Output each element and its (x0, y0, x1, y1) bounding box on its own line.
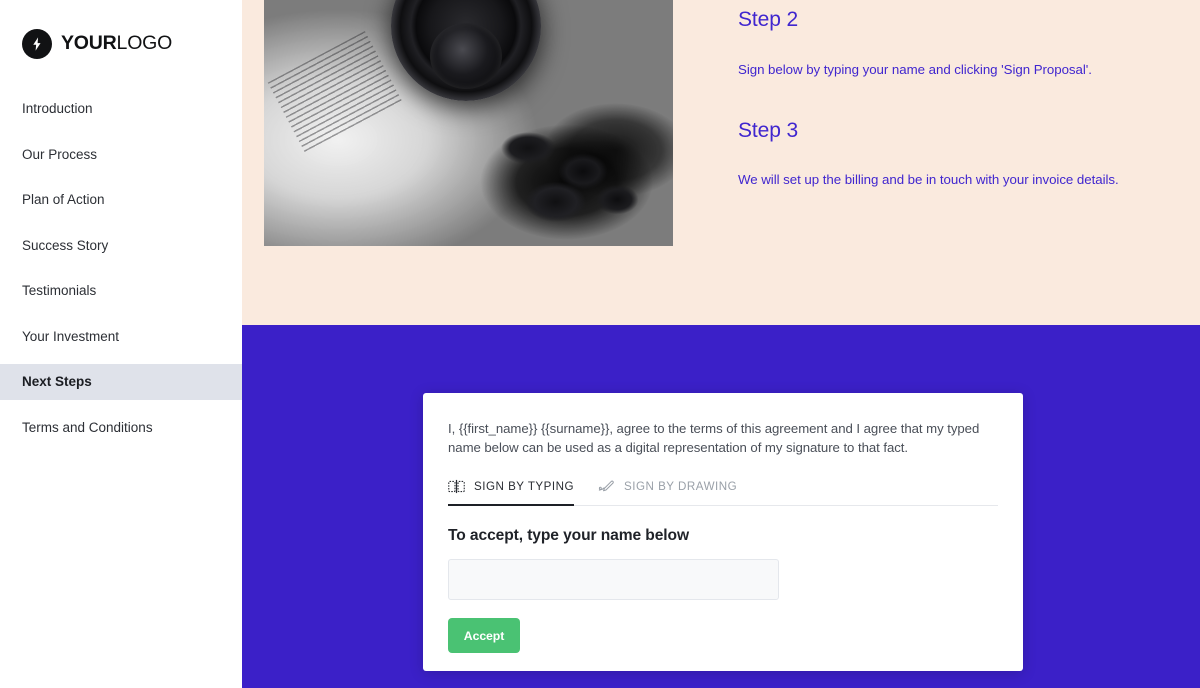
sidebar-nav: Introduction Our Process Plan of Action … (0, 91, 242, 445)
pen-signature-icon (596, 479, 615, 494)
step-block-3: Step 3 We will set up the billing and be… (738, 118, 1178, 190)
lightning-bolt-icon (22, 29, 52, 59)
hero-image (264, 0, 673, 246)
logo-text: YOURLOGO (61, 34, 172, 54)
hero-image-objects (476, 113, 649, 231)
hero-band: Step 2 Sign below by typing your name an… (242, 0, 1200, 325)
sidebar-item-your-investment[interactable]: Your Investment (0, 319, 242, 355)
accept-button[interactable]: Accept (448, 618, 520, 654)
step-block-2: Step 2 Sign below by typing your name an… (738, 0, 1178, 80)
sidebar-item-testimonials[interactable]: Testimonials (0, 273, 242, 309)
logo-text-bold: YOUR (61, 32, 117, 55)
tab-sign-by-drawing-label: SIGN BY DRAWING (624, 480, 738, 494)
proposal-page: YOURLOGO Introduction Our Process Plan o… (0, 0, 1200, 688)
signature-band: I, {{first_name}} {{surname}}, agree to … (242, 325, 1200, 688)
logo[interactable]: YOURLOGO (0, 0, 242, 59)
steps-list: Step 2 Sign below by typing your name an… (738, 0, 1178, 189)
sidebar-item-our-process[interactable]: Our Process (0, 137, 242, 173)
logo-text-light: LOGO (116, 32, 173, 55)
signature-card: I, {{first_name}} {{surname}}, agree to … (423, 393, 1023, 671)
step-2-heading: Step 2 (738, 8, 799, 31)
sidebar: YOURLOGO Introduction Our Process Plan o… (0, 0, 242, 688)
sidebar-item-terms-and-conditions[interactable]: Terms and Conditions (0, 410, 242, 446)
sidebar-item-plan-of-action[interactable]: Plan of Action (0, 182, 242, 218)
sidebar-item-introduction[interactable]: Introduction (0, 91, 242, 127)
tab-sign-by-typing-label: SIGN BY TYPING (474, 480, 574, 494)
main-content: Step 2 Sign below by typing your name an… (242, 0, 1200, 688)
signature-name-input[interactable] (448, 559, 779, 601)
signature-tabs: SIGN BY TYPING SIGN BY DRAWING (448, 479, 998, 507)
sidebar-item-next-steps[interactable]: Next Steps (0, 364, 242, 400)
accept-instruction: To accept, type your name below (448, 527, 689, 545)
agreement-text: I, {{first_name}} {{surname}}, agree to … (448, 421, 980, 455)
step-2-body: Sign below by typing your name and click… (738, 62, 1092, 78)
tab-sign-by-drawing[interactable]: SIGN BY DRAWING (596, 479, 759, 505)
tab-sign-by-typing[interactable]: SIGN BY TYPING (448, 479, 596, 507)
keyboard-icon (448, 479, 465, 494)
sidebar-item-success-story[interactable]: Success Story (0, 228, 242, 264)
step-3-heading: Step 3 (738, 118, 799, 142)
step-3-body: We will set up the billing and be in tou… (738, 171, 1119, 187)
